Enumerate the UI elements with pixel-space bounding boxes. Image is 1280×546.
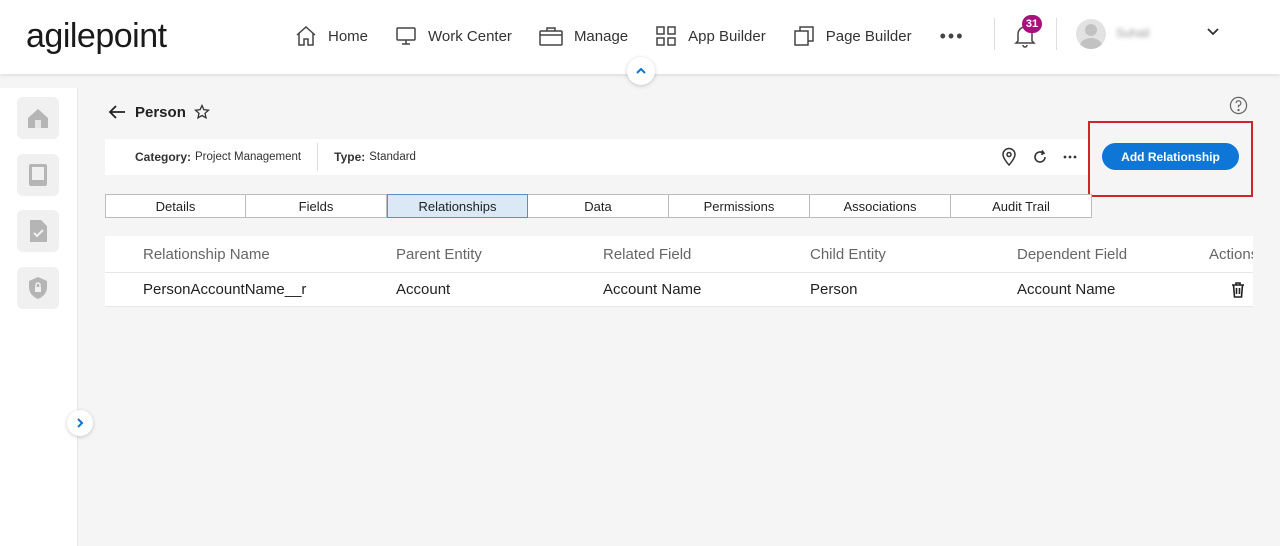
- expand-sidebar-button[interactable]: [67, 410, 93, 436]
- left-sidebar: [0, 88, 78, 546]
- tab-data[interactable]: Data: [528, 194, 669, 218]
- category-label: Category:: [135, 150, 192, 164]
- shield-lock-icon: [29, 277, 47, 299]
- collapse-header-button[interactable]: [627, 57, 655, 85]
- nav-home-label: Home: [328, 27, 369, 45]
- table-row: PersonAccountName__r Account Account Nam…: [105, 273, 1253, 307]
- briefcase-icon: [539, 27, 563, 46]
- type-value: Standard: [369, 151, 416, 163]
- nav-work-center-label: Work Center: [428, 27, 512, 45]
- tab-permissions[interactable]: Permissions: [669, 194, 810, 218]
- relationship-name-cell: PersonAccountName__r: [143, 281, 307, 298]
- nav-divider: [1056, 18, 1057, 50]
- location-pin-icon[interactable]: [1000, 147, 1018, 167]
- main-nav: Home Work Center Manage App Builder Page…: [294, 22, 965, 50]
- column-header[interactable]: Child Entity: [810, 236, 886, 272]
- document-check-icon: [30, 220, 47, 242]
- column-header: Actions: [1209, 245, 1253, 263]
- nav-manage[interactable]: Manage: [538, 22, 628, 50]
- related-field-cell: Account Name: [603, 281, 702, 298]
- avatar[interactable]: [1076, 19, 1106, 49]
- relationships-table: Relationship Name Parent Entity Related …: [105, 236, 1253, 307]
- page-header: Person: [107, 103, 210, 121]
- meta-divider: [317, 143, 319, 171]
- tablet-icon: [29, 164, 47, 186]
- refresh-icon[interactable]: [1032, 149, 1048, 165]
- sidebar-item-security[interactable]: [17, 267, 59, 309]
- sidebar-item-documents[interactable]: [17, 210, 59, 252]
- nav-page-builder[interactable]: Page Builder: [792, 22, 912, 50]
- help-icon[interactable]: [1229, 96, 1248, 115]
- type-info: Type: Standard: [334, 150, 416, 164]
- column-header[interactable]: Dependent Field: [1017, 236, 1127, 272]
- chevron-up-icon: [636, 67, 646, 74]
- page-title: Person: [135, 103, 186, 121]
- tab-associations[interactable]: Associations: [810, 194, 951, 218]
- nav-work-center[interactable]: Work Center: [394, 22, 512, 50]
- column-header[interactable]: Parent Entity: [396, 236, 482, 272]
- nav-app-builder[interactable]: App Builder: [654, 22, 766, 50]
- tab-details[interactable]: Details: [105, 194, 246, 218]
- nav-divider: [994, 18, 995, 50]
- monitor-icon: [396, 27, 416, 45]
- category-value: Project Management: [195, 151, 302, 163]
- notification-badge: 31: [1022, 15, 1042, 33]
- more-nav-icon[interactable]: •••: [940, 26, 965, 47]
- tab-fields[interactable]: Fields: [246, 194, 387, 218]
- column-header[interactable]: Related Field: [603, 236, 691, 272]
- parent-entity-link[interactable]: Account: [396, 273, 450, 306]
- tab-relationships[interactable]: Relationships: [387, 194, 528, 218]
- category-info: Category: Project Management: [135, 150, 301, 164]
- child-entity-link[interactable]: Person: [810, 273, 858, 306]
- type-label: Type:: [334, 150, 366, 164]
- more-options-icon[interactable]: [1062, 149, 1078, 165]
- agilepoint-logo[interactable]: agilepoint: [26, 17, 167, 56]
- nav-home[interactable]: Home: [294, 22, 368, 50]
- chevron-down-icon[interactable]: [1206, 26, 1220, 38]
- home-icon: [296, 25, 316, 46]
- dependent-field-cell: Account Name: [1017, 281, 1116, 298]
- table-header: Relationship Name Parent Entity Related …: [105, 236, 1253, 273]
- chevron-right-icon: [77, 418, 84, 428]
- nav-manage-label: Manage: [573, 27, 629, 45]
- nav-app-builder-label: App Builder: [688, 27, 766, 45]
- meta-actions: [1000, 147, 1092, 167]
- grid-icon: [656, 26, 676, 46]
- entity-meta-bar: Category: Project Management Type: Stand…: [105, 139, 1088, 175]
- entity-tabs: Details Fields Relationships Data Permis…: [105, 194, 1092, 218]
- trash-icon[interactable]: [1230, 281, 1246, 299]
- delete-action[interactable]: [1230, 273, 1246, 306]
- user-name[interactable]: Suhail: [1116, 26, 1149, 40]
- sidebar-item-home[interactable]: [17, 97, 59, 139]
- back-arrow-icon[interactable]: [107, 103, 127, 121]
- sidebar-item-tablet[interactable]: [17, 154, 59, 196]
- house-icon: [28, 109, 48, 128]
- tab-audit-trail[interactable]: Audit Trail: [951, 194, 1092, 218]
- nav-page-builder-label: Page Builder: [825, 27, 912, 45]
- pages-icon: [793, 26, 814, 46]
- add-relationship-button[interactable]: Add Relationship: [1102, 143, 1239, 170]
- column-header[interactable]: Relationship Name: [143, 236, 270, 272]
- star-icon[interactable]: [193, 104, 210, 120]
